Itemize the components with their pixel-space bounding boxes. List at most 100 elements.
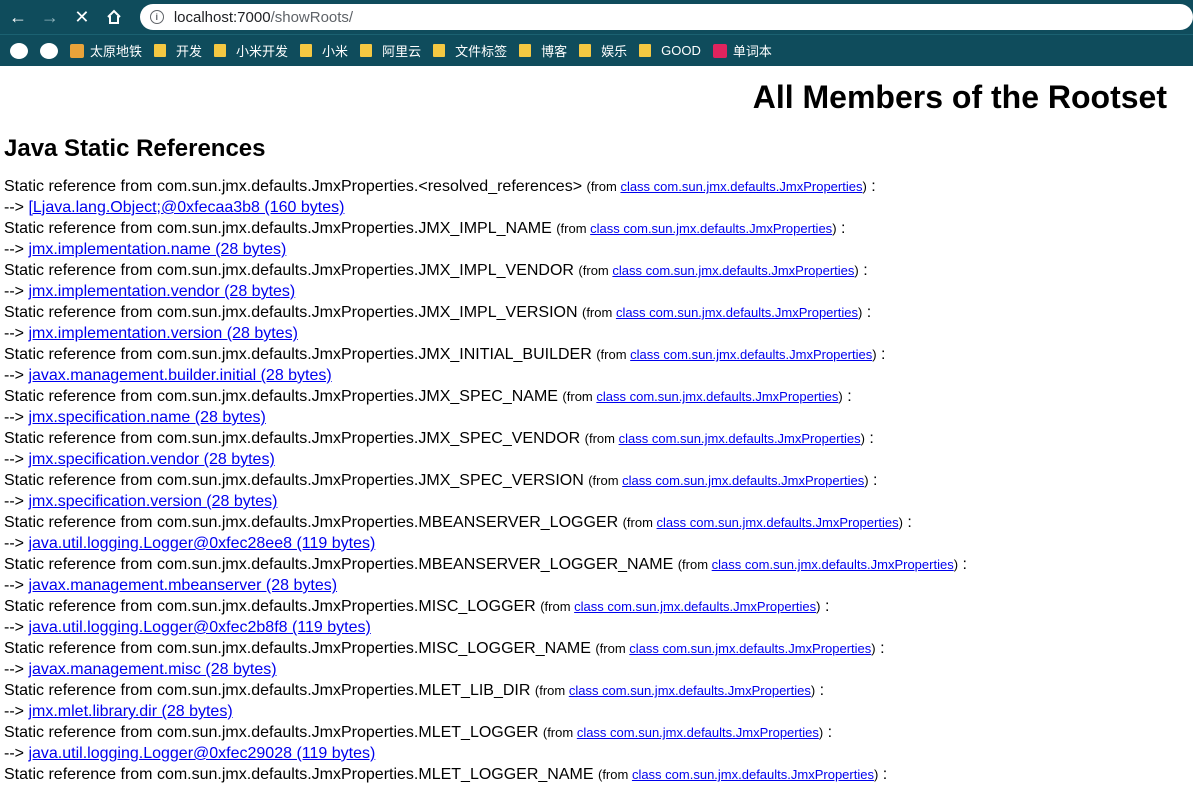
class-link[interactable]: class com.sun.jmx.defaults.JmxProperties <box>569 683 811 698</box>
class-link[interactable]: class com.sun.jmx.defaults.JmxProperties <box>632 767 874 782</box>
bookmark-item[interactable]: 太原地铁 <box>70 41 142 60</box>
class-link[interactable]: class com.sun.jmx.defaults.JmxProperties <box>612 263 854 278</box>
target-object-link[interactable]: java.util.logging.Logger@0xfec29028 (119… <box>28 745 375 762</box>
class-link[interactable]: class com.sun.jmx.defaults.JmxProperties <box>596 389 838 404</box>
static-field-name: com.sun.jmx.defaults.JmxProperties.MBEAN… <box>156 514 619 531</box>
arrow-text: --> <box>4 199 29 216</box>
bookmark-item[interactable]: 博客 <box>519 41 567 60</box>
class-link[interactable]: class com.sun.jmx.defaults.JmxProperties <box>574 599 816 614</box>
from-class-note: (from class com.sun.jmx.defaults.JmxProp… <box>540 599 820 614</box>
home-icon[interactable] <box>102 5 126 29</box>
bookmark-item[interactable] <box>10 42 28 59</box>
reference-target-line: --> java.util.logging.Logger@0xfec28ee8 … <box>4 533 1189 554</box>
reference-prefix: Static reference from <box>4 598 157 615</box>
target-object-link[interactable]: [Ljava.lang.Object;@0xfecaa3b8 (160 byte… <box>28 199 344 216</box>
bookmark-label: 文件标签 <box>455 44 508 59</box>
bookmark-item[interactable] <box>40 42 58 59</box>
reference-entry: Static reference from com.sun.jmx.defaul… <box>4 386 1189 428</box>
from-class-note: (from class com.sun.jmx.defaults.JmxProp… <box>623 515 903 530</box>
stop-loading-icon[interactable]: ✕ <box>70 5 94 29</box>
reference-prefix: Static reference from <box>4 640 157 657</box>
target-object-link[interactable]: jmx.specification.name (28 bytes) <box>28 409 265 426</box>
from-open-text: (from <box>622 515 657 530</box>
class-link[interactable]: class com.sun.jmx.defaults.JmxProperties <box>616 305 858 320</box>
target-object-link[interactable]: jmx.implementation.vendor (28 bytes) <box>28 283 295 300</box>
bookmark-item[interactable]: 单词本 <box>712 41 772 60</box>
target-object-link[interactable]: java.util.logging.Logger@0xfec28ee8 (119… <box>28 535 375 552</box>
colon-separator: : <box>858 262 868 279</box>
class-link[interactable]: class com.sun.jmx.defaults.JmxProperties <box>577 725 819 740</box>
arrow-text: --> <box>4 619 29 636</box>
reference-entry: Static reference from com.sun.jmx.defaul… <box>4 302 1189 344</box>
reference-prefix: Static reference from <box>4 472 157 489</box>
reference-prefix: Static reference from <box>4 262 157 279</box>
colon-separator: : <box>823 724 833 741</box>
from-open-text: (from <box>588 473 623 488</box>
class-link[interactable]: class com.sun.jmx.defaults.JmxProperties <box>630 347 872 362</box>
reference-source-line: Static reference from com.sun.jmx.defaul… <box>4 722 1189 743</box>
class-link[interactable]: class com.sun.jmx.defaults.JmxProperties <box>712 557 954 572</box>
arrow-text: --> <box>4 409 29 426</box>
arrow-text: --> <box>4 451 29 468</box>
reference-entry: Static reference from com.sun.jmx.defaul… <box>4 596 1189 638</box>
colon-separator: : <box>842 388 852 405</box>
target-object-link[interactable]: javax.management.mbeanserver (28 bytes) <box>28 577 337 594</box>
target-object-link[interactable]: jmx.specification.version (28 bytes) <box>28 493 277 510</box>
reference-prefix: Static reference from <box>4 178 157 195</box>
from-class-note: (from class com.sun.jmx.defaults.JmxProp… <box>543 725 823 740</box>
reference-entry: Static reference from com.sun.jmx.defaul… <box>4 470 1189 512</box>
bookmark-item[interactable]: 小米开发 <box>214 41 288 60</box>
from-class-note: (from class com.sun.jmx.defaults.JmxProp… <box>582 305 862 320</box>
target-object-link[interactable]: javax.management.builder.initial (28 byt… <box>28 367 331 384</box>
reference-source-line: Static reference from com.sun.jmx.defaul… <box>4 428 1189 449</box>
bookmark-item[interactable]: 小米 <box>300 41 348 60</box>
from-class-note: (from class com.sun.jmx.defaults.JmxProp… <box>595 641 875 656</box>
from-class-note: (from class com.sun.jmx.defaults.JmxProp… <box>596 347 876 362</box>
target-object-link[interactable]: jmx.implementation.name (28 bytes) <box>28 241 286 258</box>
bookmark-item[interactable]: 开发 <box>154 41 202 60</box>
folder-icon <box>214 44 227 57</box>
target-object-link[interactable]: javax.management.misc (28 bytes) <box>28 661 276 678</box>
back-arrow-icon[interactable]: ← <box>6 5 30 29</box>
target-object-link[interactable]: jmx.mlet.library.dir (28 bytes) <box>28 703 232 720</box>
class-link[interactable]: class com.sun.jmx.defaults.JmxProperties <box>629 641 871 656</box>
target-object-link[interactable]: jmx.specification.vendor (28 bytes) <box>28 451 274 468</box>
reference-entry: Static reference from com.sun.jmx.defaul… <box>4 260 1189 302</box>
colon-separator: : <box>876 346 886 363</box>
arrow-text: --> <box>4 493 29 510</box>
bookmark-item[interactable]: 阿里云 <box>360 41 421 60</box>
class-link[interactable]: class com.sun.jmx.defaults.JmxProperties <box>657 515 899 530</box>
bookmark-item[interactable]: 文件标签 <box>433 41 507 60</box>
from-open-text: (from <box>595 641 630 656</box>
static-field-name: com.sun.jmx.defaults.JmxProperties.MLET_… <box>156 682 531 699</box>
bookmark-item[interactable]: 娱乐 <box>579 41 627 60</box>
arrow-text: --> <box>4 745 29 762</box>
static-field-name: com.sun.jmx.defaults.JmxProperties.<reso… <box>156 178 583 195</box>
class-link[interactable]: class com.sun.jmx.defaults.JmxProperties <box>620 179 862 194</box>
reference-entry: Static reference from com.sun.jmx.defaul… <box>4 218 1189 260</box>
class-link[interactable]: class com.sun.jmx.defaults.JmxProperties <box>590 221 832 236</box>
page-title: All Members of the Rootset <box>752 79 1167 115</box>
bookmark-label: GOOD <box>661 43 701 58</box>
reference-entry: Static reference from com.sun.jmx.defaul… <box>4 638 1189 680</box>
site-info-icon[interactable]: i <box>149 10 164 24</box>
reference-target-line: --> jmx.implementation.version (28 bytes… <box>4 323 1189 344</box>
forward-arrow-icon[interactable]: → <box>38 5 62 29</box>
class-link[interactable]: class com.sun.jmx.defaults.JmxProperties <box>619 431 861 446</box>
reference-prefix: Static reference from <box>4 346 157 363</box>
bookmark-label: 博客 <box>541 44 568 59</box>
target-object-link[interactable]: jmx.implementation.version (28 bytes) <box>28 325 297 342</box>
address-bar[interactable]: i localhost:7000/showRoots/ <box>139 4 1193 30</box>
from-class-note: (from class com.sun.jmx.defaults.JmxProp… <box>556 221 836 236</box>
target-object-link[interactable]: java.util.logging.Logger@0xfec2b8f8 (119… <box>28 619 370 636</box>
y-icon <box>712 43 727 58</box>
extensions-icon <box>10 42 28 59</box>
colon-separator: : <box>815 682 825 699</box>
class-link[interactable]: class com.sun.jmx.defaults.JmxProperties <box>622 473 864 488</box>
from-open-text: (from <box>581 305 616 320</box>
reference-entry: Static reference from com.sun.jmx.defaul… <box>4 722 1189 764</box>
colon-separator: : <box>868 472 878 489</box>
bookmark-item[interactable]: GOOD <box>639 43 701 58</box>
from-open-text: (from <box>586 179 621 194</box>
arrow-text: --> <box>4 241 29 258</box>
